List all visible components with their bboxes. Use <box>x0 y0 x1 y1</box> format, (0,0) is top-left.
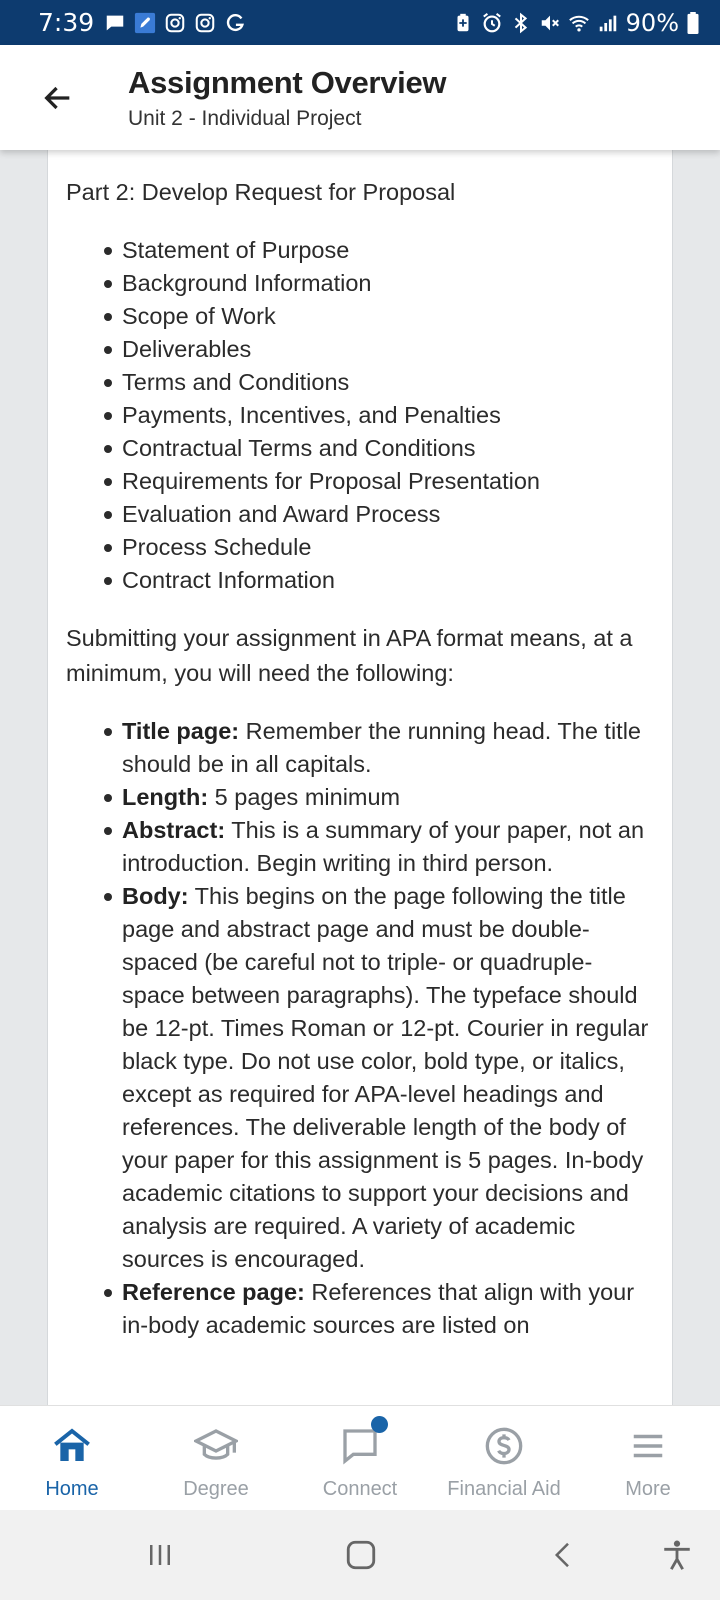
list-item: Length: 5 pages minimum <box>104 781 650 814</box>
nav-item-degree[interactable]: Degree <box>144 1406 288 1510</box>
page-title: Assignment Overview <box>128 64 447 100</box>
rocket-app-icon <box>134 12 156 34</box>
chevron-left-icon <box>554 1542 569 1568</box>
rfp-list: Statement of Purpose Background Informat… <box>66 234 650 597</box>
accessibility-icon <box>664 1540 690 1570</box>
home-system-button[interactable] <box>338 1532 384 1578</box>
g-app-icon <box>224 12 246 34</box>
signal-icon <box>597 12 619 34</box>
battery-percentage: 90% <box>625 8 679 37</box>
wifi-icon <box>568 12 590 34</box>
home-outline-icon <box>346 1540 376 1570</box>
list-item: Payments, Incentives, and Penalties <box>104 399 650 432</box>
nav-label: Home <box>45 1478 99 1500</box>
battery-saver-icon <box>452 12 474 34</box>
assignment-card: Part 2: Develop Request for Proposal Sta… <box>47 150 673 1405</box>
instagram-icon <box>194 12 216 34</box>
list-item: Contract Information <box>104 564 650 597</box>
mute-icon <box>539 12 561 34</box>
list-item: Requirements for Proposal Presentation <box>104 465 650 498</box>
nav-label: Connect <box>322 1478 398 1500</box>
menu-icon <box>626 1424 670 1468</box>
list-item: Statement of Purpose <box>104 234 650 267</box>
graduation-cap-icon <box>194 1424 238 1468</box>
list-item: Abstract: This is a summary of your pape… <box>104 814 650 880</box>
nav-item-financial-aid[interactable]: Financial Aid <box>432 1406 576 1510</box>
bluetooth-icon <box>510 12 532 34</box>
instagram-icon <box>164 12 186 34</box>
apa-requirements-list: Title page: Remember the running head. T… <box>66 715 650 1342</box>
list-item: Deliverables <box>104 333 650 366</box>
list-item: Terms and Conditions <box>104 366 650 399</box>
status-time: 7:39 <box>38 8 95 37</box>
message-icon <box>104 12 126 34</box>
nav-label: More <box>625 1478 671 1500</box>
back-system-button[interactable] <box>540 1532 586 1578</box>
app-header: Assignment Overview Unit 2 - Individual … <box>0 45 720 150</box>
item-term: Abstract: <box>122 817 226 843</box>
home-icon <box>50 1424 94 1468</box>
recent-apps-icon <box>150 1545 170 1565</box>
battery-icon <box>686 11 700 34</box>
back-arrow-icon <box>44 86 70 109</box>
nav-item-home[interactable]: Home <box>0 1406 144 1510</box>
item-term: Title page: <box>122 718 240 744</box>
part-heading: Part 2: Develop Request for Proposal <box>66 179 456 205</box>
nav-item-more[interactable]: More <box>576 1406 720 1510</box>
item-term: Reference page: <box>122 1279 305 1305</box>
nav-label: Degree <box>183 1478 249 1500</box>
item-term: Length: <box>122 784 209 810</box>
list-item: Background Information <box>104 267 650 300</box>
item-text: This begins on the page following the ti… <box>122 883 649 1272</box>
system-nav-bar <box>0 1510 720 1600</box>
recent-apps-button[interactable] <box>137 1532 183 1578</box>
back-button[interactable] <box>30 70 86 126</box>
list-item: Title page: Remember the running head. T… <box>104 715 650 781</box>
content-scroll-area[interactable]: Part 2: Develop Request for Proposal Sta… <box>0 150 720 1405</box>
chat-bubble-icon <box>338 1416 388 1468</box>
nav-label: Financial Aid <box>447 1478 561 1500</box>
status-bar: 7:39 90% <box>0 0 720 45</box>
accessibility-button[interactable] <box>654 1532 700 1578</box>
list-item: Scope of Work <box>104 300 650 333</box>
dollar-circle-icon <box>482 1424 526 1468</box>
list-item: Contractual Terms and Conditions <box>104 432 650 465</box>
list-item: Body: This begins on the page following … <box>104 880 650 1276</box>
page-subtitle: Unit 2 - Individual Project <box>128 106 362 130</box>
list-item: Reference page: References that align wi… <box>104 1276 650 1342</box>
notification-dot <box>371 1416 388 1433</box>
bottom-nav: Home Degree Connect Financial Aid More <box>0 1405 720 1510</box>
item-term: Body: <box>122 883 189 909</box>
item-text: 5 pages minimum <box>208 784 401 810</box>
alarm-icon <box>481 12 503 34</box>
nav-item-connect[interactable]: Connect <box>288 1406 432 1510</box>
apa-intro: Submitting your assignment in APA format… <box>66 625 633 686</box>
list-item: Process Schedule <box>104 531 650 564</box>
list-item: Evaluation and Award Process <box>104 498 650 531</box>
